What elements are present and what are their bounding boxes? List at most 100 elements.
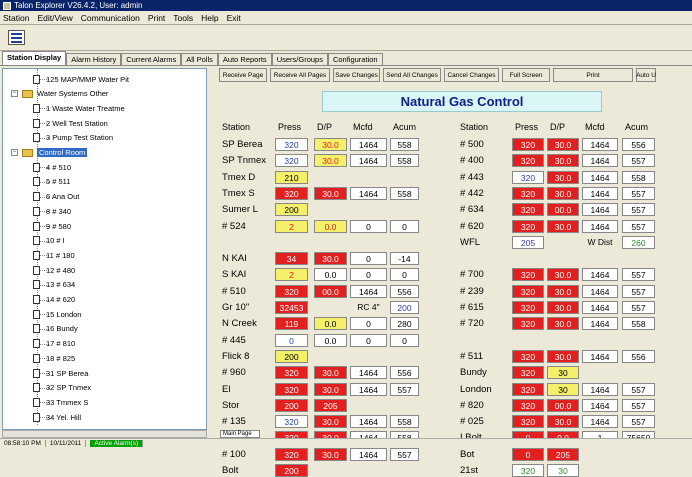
value-cell[interactable]: 2 [275, 268, 308, 282]
value-cell[interactable]: 1464 [582, 186, 618, 200]
tree-horizontal-scrollbar[interactable] [2, 430, 207, 438]
value-cell[interactable]: 30.0 [547, 154, 579, 168]
value-cell[interactable]: 32453 [275, 301, 308, 314]
value-cell[interactable]: 280 [390, 317, 419, 331]
active-alarm-indicator[interactable]: Active Alarm(s) [90, 440, 144, 447]
tab-all-polls[interactable]: All Polls [181, 53, 218, 65]
value-cell[interactable]: 1464 [582, 170, 618, 184]
value-cell[interactable]: 30.0 [547, 317, 579, 331]
value-cell[interactable]: 1464 [350, 186, 387, 200]
button-print[interactable]: Print [553, 68, 633, 82]
value-cell[interactable]: 119 [275, 317, 308, 331]
value-cell[interactable]: 557 [390, 447, 419, 461]
value-cell[interactable]: 557 [622, 415, 655, 429]
tree-node[interactable]: 32 SP Tnmex [33, 381, 91, 395]
tree-node[interactable]: 10 # I [33, 234, 65, 248]
value-cell[interactable]: 30 [547, 382, 579, 396]
value-cell[interactable]: 30.0 [314, 252, 347, 266]
value-cell[interactable]: 30.0 [314, 415, 347, 429]
menu-item-edit-view[interactable]: Edit/View [37, 13, 72, 23]
value-cell[interactable]: 0 [512, 447, 544, 461]
value-cell[interactable]: 1464 [582, 284, 618, 298]
value-cell[interactable]: 1464 [350, 366, 387, 380]
value-cell[interactable]: 1464 [582, 219, 618, 233]
tab-auto-reports[interactable]: Auto Reports [217, 53, 272, 65]
value-cell[interactable]: 558 [390, 186, 419, 200]
tree-node[interactable]: 18 # 825 [33, 351, 75, 365]
station-grid-icon[interactable] [8, 30, 25, 45]
menu-item-communication[interactable]: Communication [81, 13, 140, 23]
button-save-changes[interactable]: Save Changes [333, 68, 380, 82]
value-cell[interactable]: 320 [512, 138, 544, 151]
value-cell[interactable]: 320 [512, 415, 544, 429]
value-cell[interactable]: 0.0 [314, 268, 347, 282]
tree-node[interactable]: 6 Ana Out [33, 190, 79, 204]
value-cell[interactable]: 558 [390, 415, 419, 429]
value-cell[interactable]: 30.0 [314, 138, 347, 151]
value-cell[interactable]: 558 [390, 138, 419, 151]
value-cell[interactable]: 1464 [582, 398, 618, 412]
tab-station-display[interactable]: Station Display [2, 51, 67, 65]
value-cell[interactable]: 30.0 [547, 415, 579, 429]
tree-node[interactable]: 3 Pump Test Station [33, 131, 113, 145]
value-cell[interactable]: 1464 [350, 382, 387, 396]
value-cell[interactable]: 320 [512, 186, 544, 200]
tab-configuration[interactable]: Configuration [327, 53, 383, 65]
value-cell[interactable]: 1464 [582, 154, 618, 168]
value-cell[interactable]: 0.0 [314, 219, 347, 233]
value-cell[interactable]: 0.0 [314, 317, 347, 331]
tab-current-alarms[interactable]: Current Alarms [121, 53, 182, 65]
value-cell[interactable]: 00.0 [547, 398, 579, 412]
tree-node[interactable]: 33 Tmmex S [33, 395, 88, 409]
value-cell[interactable]: 1464 [582, 415, 618, 429]
value-cell[interactable]: 320 [275, 186, 308, 200]
value-cell[interactable]: 0 [350, 268, 387, 282]
tree-node[interactable]: 14 # 620 [33, 293, 75, 307]
value-cell[interactable]: 320 [275, 447, 308, 461]
value-cell[interactable]: 30.0 [547, 284, 579, 298]
value-cell[interactable]: 557 [622, 268, 655, 282]
value-cell[interactable]: 30.0 [314, 447, 347, 461]
value-cell[interactable]: 30 [547, 366, 579, 380]
value-cell[interactable]: 0.0 [314, 333, 347, 347]
tree-node[interactable]: 13 # 634 [33, 278, 75, 292]
value-cell[interactable]: 34 [275, 252, 308, 266]
tree-node[interactable]: 4 # 510 [33, 160, 71, 174]
button-auto-u[interactable]: Auto U [636, 68, 656, 82]
value-cell[interactable]: 205 [547, 447, 579, 461]
value-cell[interactable]: 556 [390, 284, 419, 298]
tree-expander-icon[interactable]: − [11, 90, 18, 98]
value-cell[interactable]: 205 [512, 235, 544, 249]
value-cell[interactable]: 1464 [582, 382, 618, 396]
value-cell[interactable]: 320 [275, 366, 308, 380]
value-cell[interactable]: 30.0 [314, 366, 347, 380]
value-cell[interactable]: 1464 [582, 138, 618, 151]
value-cell[interactable]: 30.0 [547, 186, 579, 200]
value-cell[interactable]: 1464 [582, 349, 618, 363]
tree-node[interactable]: 34 Yel. Hill [33, 410, 81, 424]
value-cell[interactable]: 0 [390, 268, 419, 282]
value-cell[interactable]: 30.0 [547, 349, 579, 363]
tab-alarm-history[interactable]: Alarm History [66, 53, 122, 65]
tree-node[interactable]: 9 # 580 [33, 219, 71, 233]
value-cell[interactable]: 556 [622, 138, 655, 151]
tree-node[interactable]: 17 # 810 [33, 337, 75, 351]
value-cell[interactable]: 320 [275, 415, 308, 429]
value-cell[interactable]: 320 [512, 203, 544, 217]
button-cancel-changes[interactable]: Cancel Changes [444, 68, 499, 82]
button-full-screen[interactable]: Full Screen [502, 68, 550, 82]
value-cell[interactable]: 200 [390, 301, 419, 314]
value-cell[interactable]: 210 [275, 170, 308, 184]
value-cell[interactable]: 557 [622, 154, 655, 168]
value-cell[interactable]: 1464 [350, 138, 387, 151]
value-cell[interactable]: 30.0 [547, 170, 579, 184]
value-cell[interactable]: 30 [547, 464, 579, 477]
tree-node[interactable]: 125 MAP/MMP Water Pit [33, 72, 129, 86]
value-cell[interactable]: 200 [275, 203, 308, 217]
value-cell[interactable]: 1464 [350, 284, 387, 298]
value-cell[interactable]: 320 [512, 317, 544, 331]
value-cell[interactable]: 557 [622, 301, 655, 314]
tree-node[interactable]: 8 # 340 [33, 204, 71, 218]
value-cell[interactable]: 557 [622, 186, 655, 200]
value-cell[interactable]: 320 [512, 268, 544, 282]
